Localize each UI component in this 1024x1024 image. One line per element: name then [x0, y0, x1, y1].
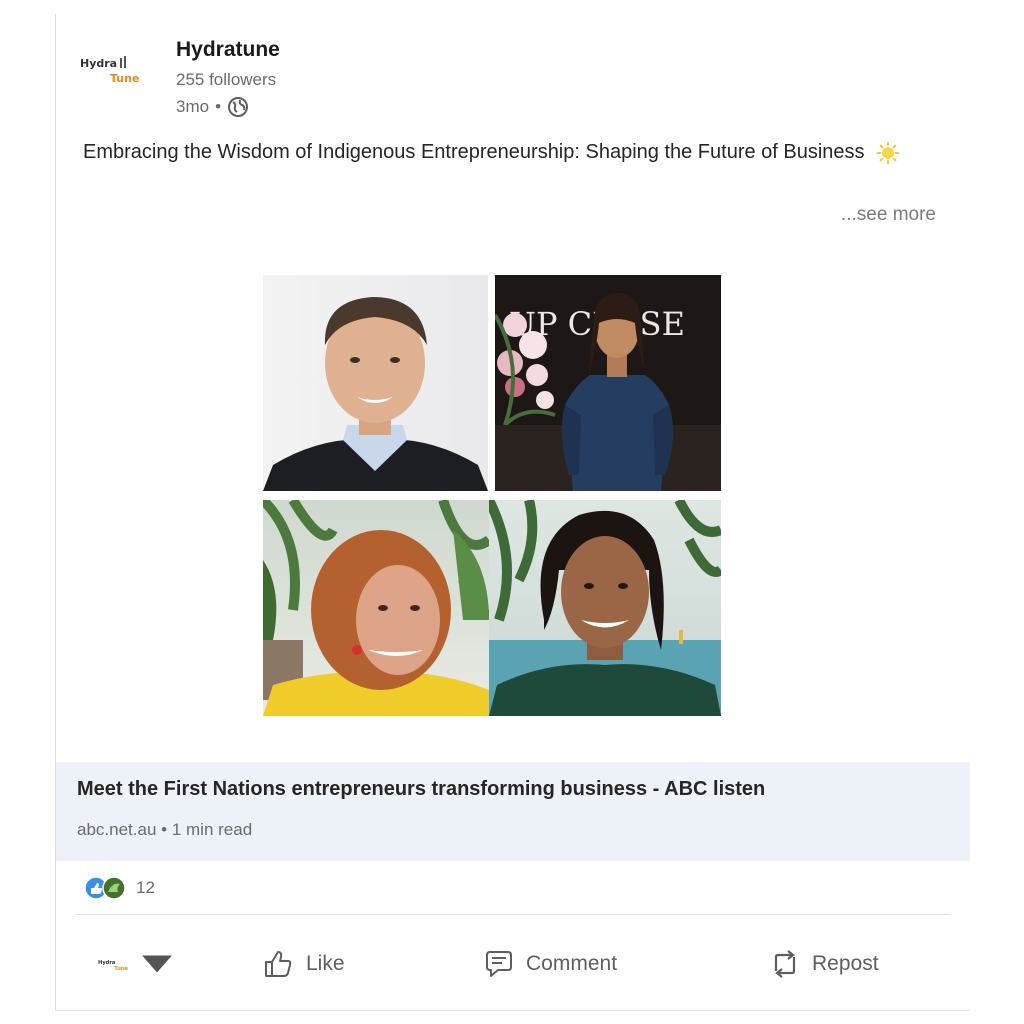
see-more-link[interactable]: ...see more [841, 204, 936, 226]
link-meta: abc.net.au • 1 min read [77, 820, 252, 840]
post-text: Embracing the Wisdom of Indigenous Entre… [83, 141, 865, 163]
actor-switcher[interactable]: Hydra Tune [98, 939, 174, 989]
link-read-time: 1 min read [171, 820, 253, 839]
link-title[interactable]: Meet the First Nations entrepreneurs tra… [77, 778, 765, 801]
link-separator: • [161, 820, 168, 839]
follower-count: 255 followers [176, 70, 277, 89]
chevron-down-icon[interactable] [140, 947, 174, 981]
svg-text:Hydra: Hydra [98, 960, 116, 966]
logo-text-top: Hydra [80, 57, 117, 70]
comment-label: Comment [526, 952, 618, 975]
photo-man-portrait[interactable] [263, 275, 488, 491]
svg-text:Tune: Tune [114, 966, 128, 972]
post-meta: 3mo • [176, 96, 249, 118]
globe-icon [228, 97, 249, 117]
reaction-icons [84, 876, 130, 900]
actor-avatar: Hydra Tune [98, 960, 129, 972]
support-reaction-icon [102, 876, 126, 900]
action-bar: Hydra Tune Like Comment Repost [56, 939, 970, 989]
repost-icon [774, 950, 796, 978]
post-time: 3mo [176, 97, 210, 116]
divider [76, 914, 950, 915]
company-name[interactable]: Hydratune [176, 38, 280, 62]
post-card: Hydra Tune Hydratune 255 followers 3mo •… [55, 14, 970, 1011]
sun-emoji-icon [877, 141, 900, 164]
like-button[interactable]: Like [262, 939, 345, 989]
company-logo[interactable]: Hydra Tune [80, 50, 140, 90]
reaction-count[interactable]: 12 [136, 878, 155, 898]
meta-separator: • [215, 97, 222, 116]
photo-woman-green-top[interactable] [489, 500, 721, 716]
link-preview[interactable]: Meet the First Nations entrepreneurs tra… [56, 762, 970, 861]
logo-text-bottom: Tune [110, 72, 139, 85]
link-source: abc.net.au [77, 820, 157, 839]
thumbs-up-icon [265, 951, 292, 977]
post-body: Embracing the Wisdom of Indigenous Entre… [83, 136, 923, 169]
comment-icon [486, 951, 512, 977]
photo-woman-blue-dress[interactable]: UP CLOSE [495, 275, 721, 491]
photo-woman-curly-hair[interactable] [263, 500, 489, 716]
like-label: Like [306, 952, 345, 975]
repost-button[interactable]: Repost [768, 939, 879, 989]
reactions-summary[interactable]: 12 [84, 876, 155, 900]
repost-label: Repost [812, 952, 879, 975]
comment-button[interactable]: Comment [482, 939, 617, 989]
